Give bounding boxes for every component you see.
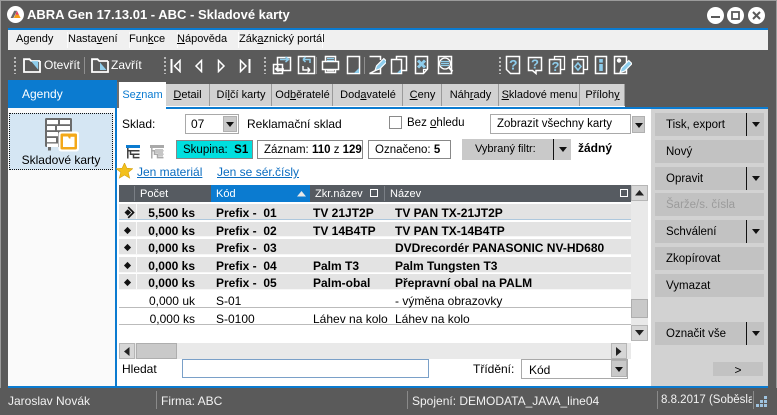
svg-text:?: ? [531,57,539,72]
svg-text:?: ? [509,57,518,73]
svg-text:?: ? [552,59,560,74]
